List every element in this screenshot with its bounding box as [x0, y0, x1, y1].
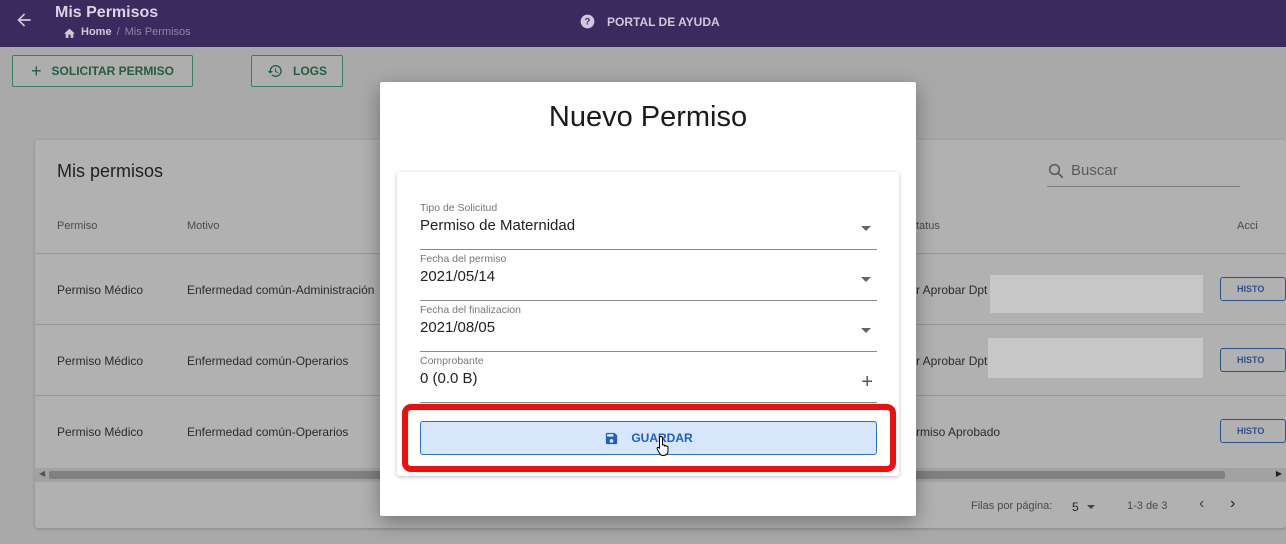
breadcrumb-current: Mis Permisos	[124, 26, 191, 38]
end-date-field[interactable]: Fecha del finalizacion 2021/08/05	[420, 304, 877, 352]
new-permission-dialog: Nuevo Permiso Tipo de Solicitud Permiso …	[380, 82, 916, 516]
rows-per-page-value: 5	[1072, 500, 1079, 514]
breadcrumb: Home / Mis Permisos	[63, 26, 191, 38]
cell-status: rmiso Aprobado	[916, 425, 1001, 439]
field-value: Permiso de Maternidad	[420, 217, 576, 234]
breadcrumb-separator: /	[116, 26, 120, 38]
history-icon	[267, 64, 282, 77]
breadcrumb-home[interactable]: Home	[81, 26, 112, 38]
field-value: 0 (0.0 B)	[420, 370, 478, 387]
search-placeholder: Buscar	[1071, 162, 1118, 179]
dropdown-arrow-icon	[861, 328, 871, 333]
back-arrow-icon[interactable]	[14, 10, 34, 30]
scroll-right-arrow-icon[interactable]: ▶	[1276, 469, 1282, 478]
history-button[interactable]: HISTO	[1220, 348, 1286, 372]
redacted-cell	[988, 338, 1203, 378]
dropdown-arrow-icon	[861, 226, 871, 231]
dialog-title: Nuevo Permiso	[548, 101, 748, 133]
svg-text:?: ?	[585, 17, 591, 27]
permissions-card-title: Mis permisos	[57, 161, 164, 181]
request-type-select[interactable]: Tipo de Solicitud Permiso de Maternidad	[420, 202, 877, 250]
request-permission-button[interactable]: + SOLICITAR PERMISO	[12, 55, 193, 87]
prev-page-icon[interactable]: ‹	[1199, 495, 1204, 513]
cell-permiso: Permiso Médico	[57, 354, 144, 368]
field-label: Fecha del finalizacion	[420, 304, 521, 316]
field-value: 2021/05/14	[420, 268, 496, 285]
redacted-cell	[990, 275, 1203, 313]
search-icon	[1048, 163, 1064, 178]
cell-permiso: Permiso Médico	[57, 425, 144, 439]
home-icon[interactable]	[63, 27, 76, 38]
request-permission-label: SOLICITAR PERMISO	[51, 64, 174, 78]
history-button[interactable]: HISTO	[1220, 277, 1286, 301]
cell-motivo: Enfermedad común-Operarios	[187, 425, 349, 439]
dropdown-arrow-icon	[861, 277, 871, 282]
column-header-status[interactable]: tatus	[916, 220, 940, 232]
scroll-left-arrow-icon[interactable]: ◀	[39, 469, 45, 478]
history-button[interactable]: HISTO	[1220, 419, 1286, 443]
rows-per-page-select[interactable]: 5	[1072, 500, 1095, 514]
save-button[interactable]: GUARDAR	[420, 421, 877, 455]
start-date-field[interactable]: Fecha del permiso 2021/05/14	[420, 253, 877, 301]
page-title: Mis Permisos	[55, 4, 159, 21]
top-app-bar: Mis Permisos Home / Mis Permisos ? PORTA…	[0, 0, 1286, 47]
attachment-field[interactable]: Comprobante 0 (0.0 B) +	[420, 355, 877, 403]
column-header-permiso[interactable]: Permiso	[57, 220, 97, 232]
add-file-icon[interactable]: +	[861, 372, 873, 392]
floppy-disk-icon	[606, 432, 618, 444]
help-circle-icon: ?	[580, 14, 595, 29]
cell-motivo: Enfermedad común-Operarios	[187, 354, 349, 368]
field-value: 2021/08/05	[420, 319, 496, 336]
field-label: Fecha del permiso	[420, 253, 507, 265]
search-input[interactable]: Buscar	[1047, 155, 1240, 187]
help-portal-link[interactable]: ? PORTAL DE AYUDA	[580, 14, 720, 29]
pagination-range: 1-3 de 3	[1127, 500, 1168, 512]
rows-per-page-label: Filas por página:	[971, 500, 1053, 512]
cell-status: r Aprobar Dpt	[916, 283, 988, 297]
help-portal-label: PORTAL DE AYUDA	[607, 14, 720, 29]
logs-button[interactable]: LOGS	[251, 55, 343, 87]
chevron-down-icon	[1086, 505, 1095, 509]
column-header-acciones[interactable]: Acci	[1237, 220, 1258, 232]
column-header-motivo[interactable]: Motivo	[187, 220, 219, 232]
cell-status: r Aprobar Dpt	[916, 354, 988, 368]
plus-icon: +	[31, 60, 42, 81]
cell-permiso: Permiso Médico	[57, 283, 144, 297]
field-label: Tipo de Solicitud	[420, 202, 498, 214]
field-label: Comprobante	[420, 355, 484, 367]
logs-label: LOGS	[292, 64, 327, 78]
next-page-icon[interactable]: ›	[1230, 495, 1235, 513]
cell-motivo: Enfermedad común-Administración	[187, 283, 375, 297]
hand-pointer-cursor-icon	[656, 435, 669, 456]
